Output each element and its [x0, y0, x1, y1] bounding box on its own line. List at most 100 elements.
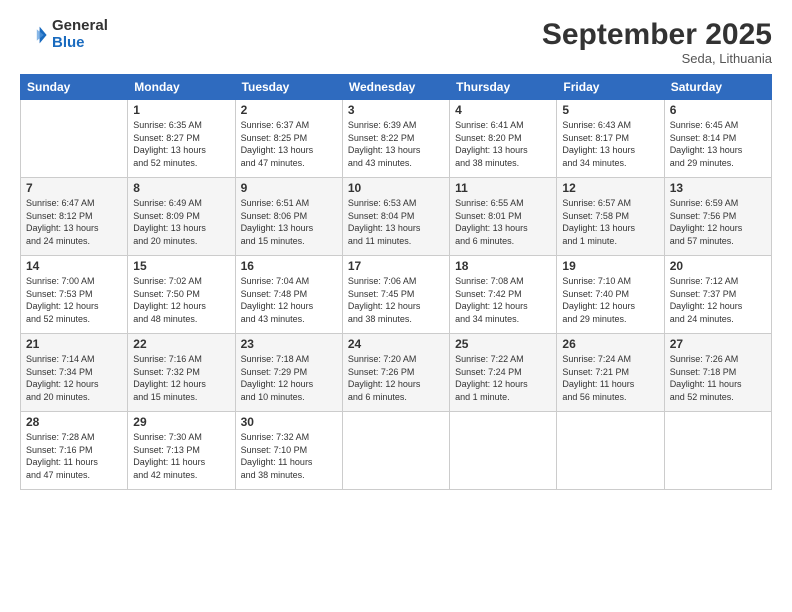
header-saturday: Saturday	[664, 75, 771, 100]
calendar-table: Sunday Monday Tuesday Wednesday Thursday…	[20, 74, 772, 490]
logo-blue: Blue	[52, 35, 108, 52]
title-block: September 2025 Seda, Lithuania	[542, 18, 772, 66]
calendar-week-row: 7 Sunrise: 6:47 AM Sunset: 8:12 PM Daylig…	[21, 178, 772, 256]
day-number: 26	[562, 337, 658, 351]
day-number: 1	[133, 103, 229, 117]
table-row: 2 Sunrise: 6:37 AM Sunset: 8:25 PM Daylig…	[235, 100, 342, 178]
day-info: Sunrise: 7:22 AM Sunset: 7:24 PM Dayligh…	[455, 353, 551, 403]
day-info: Sunrise: 6:35 AM Sunset: 8:27 PM Dayligh…	[133, 119, 229, 169]
day-number: 5	[562, 103, 658, 117]
day-number: 22	[133, 337, 229, 351]
table-row: 15Sunrise: 7:02 AM Sunset: 7:50 PM Dayli…	[128, 256, 235, 334]
table-row: 25 Sunrise: 7:22 AM Sunset: 7:24 PM Dayli…	[450, 334, 557, 412]
day-info: Sunrise: 7:26 AM Sunset: 7:18 PM Dayligh…	[670, 353, 766, 403]
table-row: 27 Sunrise: 7:26 AM Sunset: 7:18 PM Dayli…	[664, 334, 771, 412]
day-info: Sunrise: 6:53 AM Sunset: 8:04 PM Dayligh…	[348, 197, 444, 247]
table-row: 1 Sunrise: 6:35 AM Sunset: 8:27 PM Daylig…	[128, 100, 235, 178]
day-number: 2	[241, 103, 337, 117]
day-number: 3	[348, 103, 444, 117]
day-number: 29	[133, 415, 229, 429]
day-number: 25	[455, 337, 551, 351]
day-info: Sunrise: 7:10 AM Sunset: 7:40 PM Dayligh…	[562, 275, 658, 325]
day-info: Sunrise: 7:20 AM Sunset: 7:26 PM Dayligh…	[348, 353, 444, 403]
day-info: Sunrise: 7:14 AM Sunset: 7:34 PM Dayligh…	[26, 353, 122, 403]
table-row: 23 Sunrise: 7:18 AM Sunset: 7:29 PM Dayli…	[235, 334, 342, 412]
table-row: 10 Sunrise: 6:53 AM Sunset: 8:04 PM Dayli…	[342, 178, 449, 256]
header-tuesday: Tuesday	[235, 75, 342, 100]
table-row: 8 Sunrise: 6:49 AM Sunset: 8:09 PM Daylig…	[128, 178, 235, 256]
table-row: 4Sunrise: 6:41 AM Sunset: 8:20 PM Daylig…	[450, 100, 557, 178]
day-number: 9	[241, 181, 337, 195]
day-info: Sunrise: 6:55 AM Sunset: 8:01 PM Dayligh…	[455, 197, 551, 247]
calendar-week-row: 1 Sunrise: 6:35 AM Sunset: 8:27 PM Daylig…	[21, 100, 772, 178]
table-row	[450, 412, 557, 490]
day-number: 6	[670, 103, 766, 117]
table-row: 11Sunrise: 6:55 AM Sunset: 8:01 PM Dayli…	[450, 178, 557, 256]
day-number: 14	[26, 259, 122, 273]
logo-text: General Blue	[52, 18, 108, 51]
calendar-week-row: 14 Sunrise: 7:00 AM Sunset: 7:53 PM Dayli…	[21, 256, 772, 334]
day-info: Sunrise: 7:00 AM Sunset: 7:53 PM Dayligh…	[26, 275, 122, 325]
table-row	[21, 100, 128, 178]
day-number: 30	[241, 415, 337, 429]
day-info: Sunrise: 6:47 AM Sunset: 8:12 PM Dayligh…	[26, 197, 122, 247]
logo: General Blue	[20, 18, 108, 51]
day-info: Sunrise: 7:24 AM Sunset: 7:21 PM Dayligh…	[562, 353, 658, 403]
day-number: 15	[133, 259, 229, 273]
header-thursday: Thursday	[450, 75, 557, 100]
logo-icon	[20, 21, 48, 49]
header-sunday: Sunday	[21, 75, 128, 100]
table-row: 29 Sunrise: 7:30 AM Sunset: 7:13 PM Dayli…	[128, 412, 235, 490]
day-number: 8	[133, 181, 229, 195]
day-number: 19	[562, 259, 658, 273]
day-info: Sunrise: 7:32 AM Sunset: 7:10 PM Dayligh…	[241, 431, 337, 481]
table-row: 28Sunrise: 7:28 AM Sunset: 7:16 PM Dayli…	[21, 412, 128, 490]
table-row: 9 Sunrise: 6:51 AM Sunset: 8:06 PM Daylig…	[235, 178, 342, 256]
day-info: Sunrise: 6:57 AM Sunset: 7:58 PM Dayligh…	[562, 197, 658, 247]
day-info: Sunrise: 7:04 AM Sunset: 7:48 PM Dayligh…	[241, 275, 337, 325]
day-info: Sunrise: 7:18 AM Sunset: 7:29 PM Dayligh…	[241, 353, 337, 403]
day-info: Sunrise: 6:59 AM Sunset: 7:56 PM Dayligh…	[670, 197, 766, 247]
table-row	[557, 412, 664, 490]
table-row: 7 Sunrise: 6:47 AM Sunset: 8:12 PM Daylig…	[21, 178, 128, 256]
table-row: 17Sunrise: 7:06 AM Sunset: 7:45 PM Dayli…	[342, 256, 449, 334]
day-number: 17	[348, 259, 444, 273]
day-number: 23	[241, 337, 337, 351]
table-row: 30 Sunrise: 7:32 AM Sunset: 7:10 PM Dayli…	[235, 412, 342, 490]
calendar-week-row: 28Sunrise: 7:28 AM Sunset: 7:16 PM Dayli…	[21, 412, 772, 490]
day-info: Sunrise: 6:49 AM Sunset: 8:09 PM Dayligh…	[133, 197, 229, 247]
day-info: Sunrise: 7:16 AM Sunset: 7:32 PM Dayligh…	[133, 353, 229, 403]
calendar-header-row: Sunday Monday Tuesday Wednesday Thursday…	[21, 75, 772, 100]
header-wednesday: Wednesday	[342, 75, 449, 100]
day-info: Sunrise: 6:43 AM Sunset: 8:17 PM Dayligh…	[562, 119, 658, 169]
table-row: 18Sunrise: 7:08 AM Sunset: 7:42 PM Dayli…	[450, 256, 557, 334]
day-number: 10	[348, 181, 444, 195]
table-row: 3 Sunrise: 6:39 AM Sunset: 8:22 PM Daylig…	[342, 100, 449, 178]
table-row: 19 Sunrise: 7:10 AM Sunset: 7:40 PM Dayli…	[557, 256, 664, 334]
day-number: 16	[241, 259, 337, 273]
day-number: 12	[562, 181, 658, 195]
header-friday: Friday	[557, 75, 664, 100]
day-info: Sunrise: 7:28 AM Sunset: 7:16 PM Dayligh…	[26, 431, 122, 481]
table-row: 14 Sunrise: 7:00 AM Sunset: 7:53 PM Dayli…	[21, 256, 128, 334]
day-info: Sunrise: 7:30 AM Sunset: 7:13 PM Dayligh…	[133, 431, 229, 481]
day-number: 7	[26, 181, 122, 195]
day-number: 27	[670, 337, 766, 351]
table-row	[342, 412, 449, 490]
day-info: Sunrise: 7:12 AM Sunset: 7:37 PM Dayligh…	[670, 275, 766, 325]
day-info: Sunrise: 6:51 AM Sunset: 8:06 PM Dayligh…	[241, 197, 337, 247]
page-header: General Blue September 2025 Seda, Lithua…	[20, 18, 772, 66]
table-row: 22 Sunrise: 7:16 AM Sunset: 7:32 PM Dayli…	[128, 334, 235, 412]
day-info: Sunrise: 6:39 AM Sunset: 8:22 PM Dayligh…	[348, 119, 444, 169]
day-number: 24	[348, 337, 444, 351]
day-info: Sunrise: 6:37 AM Sunset: 8:25 PM Dayligh…	[241, 119, 337, 169]
day-number: 20	[670, 259, 766, 273]
logo-general: General	[52, 18, 108, 35]
table-row	[664, 412, 771, 490]
day-number: 18	[455, 259, 551, 273]
day-number: 4	[455, 103, 551, 117]
table-row: 16 Sunrise: 7:04 AM Sunset: 7:48 PM Dayli…	[235, 256, 342, 334]
header-monday: Monday	[128, 75, 235, 100]
month-title: September 2025	[542, 18, 772, 51]
table-row: 26 Sunrise: 7:24 AM Sunset: 7:21 PM Dayli…	[557, 334, 664, 412]
